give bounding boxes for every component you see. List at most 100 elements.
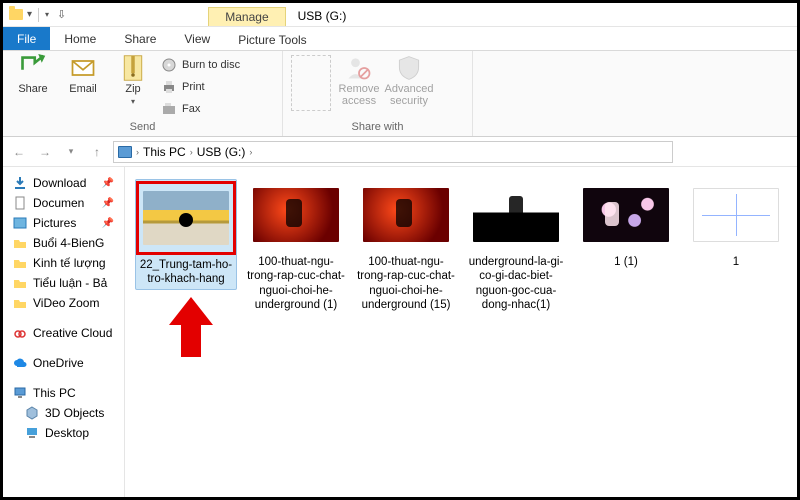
advanced-security-label: Advanced security [385, 83, 434, 107]
3d-objects-icon [25, 406, 39, 420]
sidebar-item-documents[interactable]: Documen 📌 [3, 193, 124, 213]
file-item[interactable]: 100-thuat-ngu-trong-rap-cuc-chat-nguoi-c… [245, 179, 347, 313]
sidebar-item-desktop[interactable]: Desktop [3, 423, 124, 443]
sidebar-item-label: Pictures [33, 216, 76, 230]
file-name: underground-la-gi-co-gi-dac-biet-nguon-g… [465, 255, 567, 313]
zip-label: Zip [125, 83, 140, 95]
sidebar-item-onedrive[interactable]: OneDrive [3, 353, 124, 373]
file-item[interactable]: underground-la-gi-co-gi-dac-biet-nguon-g… [465, 179, 567, 313]
zip-button[interactable]: Zip ▾ [111, 55, 155, 106]
sidebar-item-label: OneDrive [33, 356, 84, 370]
share-with-gallery[interactable] [291, 55, 331, 111]
folder-icon [13, 236, 27, 250]
zip-icon [119, 55, 147, 81]
address-bar: ← → ▾ ↑ › This PC› USB (G:)› [3, 137, 797, 167]
send-small-stack: Burn to disc Print Fax [161, 55, 240, 119]
nav-forward-button[interactable]: → [35, 142, 55, 162]
sidebar-item-folder[interactable]: ViDeo Zoom [3, 293, 124, 313]
share-button[interactable]: Share [11, 55, 55, 95]
crumb-this-pc[interactable]: This PC› [143, 145, 193, 159]
sidebar-item-folder[interactable]: Kinh tế lượng [3, 253, 124, 273]
fax-label: Fax [182, 103, 200, 115]
window-title: USB (G:) [298, 9, 347, 26]
thumbnail-frame [247, 179, 345, 251]
desktop-icon [25, 426, 39, 440]
pin-icon: 📌 [102, 178, 114, 189]
quick-access-toolbar: ▾ ▾ ⇩ [3, 3, 72, 26]
pin-icon: ▾ [27, 9, 32, 20]
thumbnail-frame [577, 179, 675, 251]
app-icon [9, 9, 23, 20]
crumb-label: USB (G:) [197, 145, 246, 159]
chevron-right-icon: › [190, 147, 193, 157]
file-name: 22_Trung-tam-ho-tro-khach-hang [138, 258, 234, 287]
ribbon: Share Email Zip ▾ Burn to disc [3, 51, 797, 137]
file-name: 1 [733, 255, 739, 269]
sidebar-item-creative-cloud[interactable]: Creative Cloud [3, 323, 124, 343]
thumbnail-frame [357, 179, 455, 251]
file-item[interactable]: 1 (1) [575, 179, 677, 269]
contextual-tab-manage[interactable]: Manage [208, 7, 285, 26]
qat-overflow[interactable]: ⇩ [57, 8, 66, 21]
crumb-current[interactable]: USB (G:)› [197, 145, 253, 159]
nav-up-button[interactable]: ↑ [87, 142, 107, 162]
sidebar-item-label: Kinh tế lượng [33, 256, 106, 270]
thumbnail-frame [687, 179, 785, 251]
sidebar-item-label: Download [33, 176, 86, 190]
print-button[interactable]: Print [161, 77, 240, 97]
this-pc-icon [13, 386, 27, 400]
tab-share[interactable]: Share [110, 27, 170, 50]
thumbnail-image [363, 188, 449, 242]
file-item[interactable]: 1 [685, 179, 787, 269]
share-label: Share [18, 83, 47, 95]
email-icon [69, 55, 97, 81]
thumbnail-image [253, 188, 339, 242]
sidebar-item-folder[interactable]: Buổi 4-BienG [3, 233, 124, 253]
chevron-right-icon: › [249, 147, 252, 157]
sidebar-item-downloads[interactable]: Download 📌 [3, 173, 124, 193]
qat-dropdown-icon[interactable]: ▾ [45, 10, 49, 19]
tab-view[interactable]: View [170, 27, 224, 50]
pin-icon: 📌 [102, 198, 114, 209]
sidebar-item-label: Creative Cloud [33, 326, 112, 340]
fax-button[interactable]: Fax [161, 99, 240, 119]
file-item[interactable]: 100-thuat-ngu-trong-rap-cuc-chat-nguoi-c… [355, 179, 457, 313]
group-label-send: Send [3, 121, 282, 136]
tab-home[interactable]: Home [50, 27, 110, 50]
ribbon-group-share-with: Remove access Advanced security Share wi… [283, 51, 473, 136]
main-split: Download 📌 Documen 📌 Pictures 📌 Buổi 4-B… [3, 167, 797, 497]
sidebar-item-label: ViDeo Zoom [33, 296, 99, 310]
file-name: 100-thuat-ngu-trong-rap-cuc-chat-nguoi-c… [245, 255, 347, 313]
email-button[interactable]: Email [61, 55, 105, 95]
nav-pane: Download 📌 Documen 📌 Pictures 📌 Buổi 4-B… [3, 167, 125, 497]
pin-icon: 📌 [102, 218, 114, 229]
remove-access-icon [345, 55, 373, 81]
thumbnail-image [473, 188, 559, 242]
advanced-security-button[interactable]: Advanced security [387, 55, 431, 107]
breadcrumb-box[interactable]: › This PC› USB (G:)› [113, 141, 673, 163]
divider [38, 8, 39, 22]
file-item[interactable]: 22_Trung-tam-ho-tro-khach-hang [135, 179, 237, 290]
burn-button[interactable]: Burn to disc [161, 55, 240, 75]
remove-access-label: Remove access [337, 83, 381, 107]
sidebar-item-folder[interactable]: Tiểu luận - Bả [3, 273, 124, 293]
file-grid[interactable]: 22_Trung-tam-ho-tro-khach-hang 100-thuat… [125, 167, 797, 325]
folder-icon [13, 296, 27, 310]
title-bar: ▾ ▾ ⇩ Manage USB (G:) [3, 3, 797, 27]
thumbnail-image [143, 191, 229, 245]
sidebar-item-pictures[interactable]: Pictures 📌 [3, 213, 124, 233]
file-name: 1 (1) [614, 255, 638, 269]
print-label: Print [182, 81, 205, 93]
ribbon-group-send: Share Email Zip ▾ Burn to disc [3, 51, 283, 136]
nav-back-button[interactable]: ← [9, 142, 29, 162]
sidebar-item-3d-objects[interactable]: 3D Objects [3, 403, 124, 423]
burn-label: Burn to disc [182, 59, 240, 71]
fax-icon [161, 101, 177, 117]
tab-picture-tools[interactable]: Picture Tools [224, 27, 320, 50]
thumbnail-image [693, 188, 779, 242]
folder-icon [13, 256, 27, 270]
sidebar-item-this-pc[interactable]: This PC [3, 383, 124, 403]
tab-file[interactable]: File [3, 27, 50, 50]
remove-access-button[interactable]: Remove access [337, 55, 381, 107]
nav-history-dropdown[interactable]: ▾ [61, 142, 81, 162]
